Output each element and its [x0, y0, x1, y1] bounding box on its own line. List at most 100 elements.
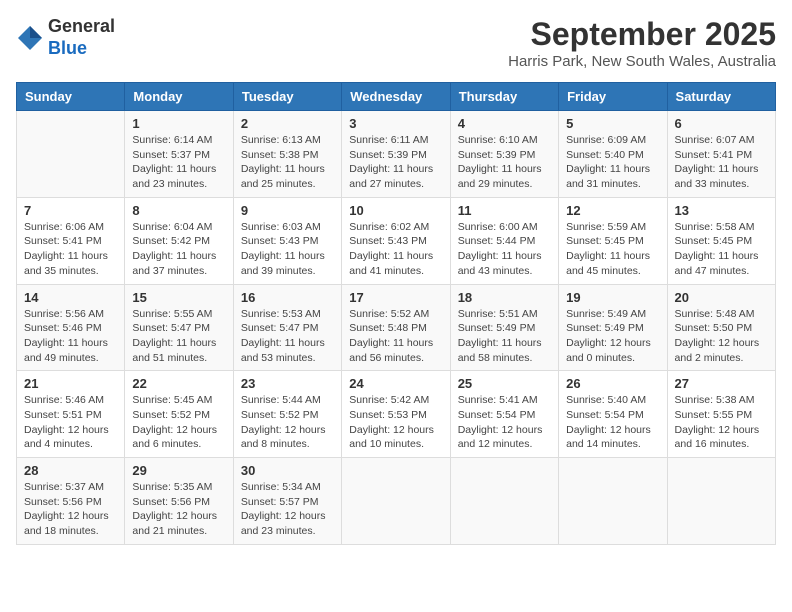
header-wednesday: Wednesday: [342, 83, 450, 111]
day-info: Sunrise: 5:38 AMSunset: 5:55 PMDaylight:…: [675, 393, 768, 452]
day-number: 21: [24, 376, 117, 391]
day-cell: 1 Sunrise: 6:14 AMSunset: 5:37 PMDayligh…: [125, 111, 233, 198]
day-cell: 21 Sunrise: 5:46 AMSunset: 5:51 PMDaylig…: [17, 371, 125, 458]
header-monday: Monday: [125, 83, 233, 111]
week-row-1: 1 Sunrise: 6:14 AMSunset: 5:37 PMDayligh…: [17, 111, 776, 198]
header-sunday: Sunday: [17, 83, 125, 111]
day-number: 3: [349, 116, 442, 131]
day-cell: [559, 458, 667, 545]
day-number: 5: [566, 116, 659, 131]
day-info: Sunrise: 6:03 AMSunset: 5:43 PMDaylight:…: [241, 220, 334, 279]
day-info: Sunrise: 6:02 AMSunset: 5:43 PMDaylight:…: [349, 220, 442, 279]
day-info: Sunrise: 5:49 AMSunset: 5:49 PMDaylight:…: [566, 307, 659, 366]
week-row-3: 14 Sunrise: 5:56 AMSunset: 5:46 PMDaylig…: [17, 284, 776, 371]
day-number: 20: [675, 290, 768, 305]
day-cell: 28 Sunrise: 5:37 AMSunset: 5:56 PMDaylig…: [17, 458, 125, 545]
day-info: Sunrise: 5:53 AMSunset: 5:47 PMDaylight:…: [241, 307, 334, 366]
day-info: Sunrise: 6:09 AMSunset: 5:40 PMDaylight:…: [566, 133, 659, 192]
day-info: Sunrise: 5:58 AMSunset: 5:45 PMDaylight:…: [675, 220, 768, 279]
logo: General Blue: [16, 16, 115, 59]
day-cell: 11 Sunrise: 6:00 AMSunset: 5:44 PMDaylig…: [450, 197, 558, 284]
day-number: 11: [458, 203, 551, 218]
logo-icon: [16, 24, 44, 52]
day-number: 27: [675, 376, 768, 391]
day-cell: 30 Sunrise: 5:34 AMSunset: 5:57 PMDaylig…: [233, 458, 341, 545]
day-info: Sunrise: 5:44 AMSunset: 5:52 PMDaylight:…: [241, 393, 334, 452]
day-info: Sunrise: 6:10 AMSunset: 5:39 PMDaylight:…: [458, 133, 551, 192]
day-info: Sunrise: 6:00 AMSunset: 5:44 PMDaylight:…: [458, 220, 551, 279]
header-saturday: Saturday: [667, 83, 775, 111]
day-cell: 19 Sunrise: 5:49 AMSunset: 5:49 PMDaylig…: [559, 284, 667, 371]
day-cell: 2 Sunrise: 6:13 AMSunset: 5:38 PMDayligh…: [233, 111, 341, 198]
day-number: 17: [349, 290, 442, 305]
day-cell: 8 Sunrise: 6:04 AMSunset: 5:42 PMDayligh…: [125, 197, 233, 284]
day-number: 18: [458, 290, 551, 305]
day-info: Sunrise: 6:07 AMSunset: 5:41 PMDaylight:…: [675, 133, 768, 192]
day-info: Sunrise: 5:51 AMSunset: 5:49 PMDaylight:…: [458, 307, 551, 366]
day-number: 19: [566, 290, 659, 305]
logo-text-general: General: [48, 16, 115, 36]
day-cell: 17 Sunrise: 5:52 AMSunset: 5:48 PMDaylig…: [342, 284, 450, 371]
day-number: 9: [241, 203, 334, 218]
day-number: 1: [132, 116, 225, 131]
title-area: September 2025 Harris Park, New South Wa…: [508, 16, 776, 70]
day-cell: 7 Sunrise: 6:06 AMSunset: 5:41 PMDayligh…: [17, 197, 125, 284]
day-info: Sunrise: 6:13 AMSunset: 5:38 PMDaylight:…: [241, 133, 334, 192]
day-number: 16: [241, 290, 334, 305]
day-cell: 24 Sunrise: 5:42 AMSunset: 5:53 PMDaylig…: [342, 371, 450, 458]
day-cell: 9 Sunrise: 6:03 AMSunset: 5:43 PMDayligh…: [233, 197, 341, 284]
day-info: Sunrise: 5:48 AMSunset: 5:50 PMDaylight:…: [675, 307, 768, 366]
day-cell: 25 Sunrise: 5:41 AMSunset: 5:54 PMDaylig…: [450, 371, 558, 458]
day-cell: 3 Sunrise: 6:11 AMSunset: 5:39 PMDayligh…: [342, 111, 450, 198]
day-number: 26: [566, 376, 659, 391]
day-cell: 16 Sunrise: 5:53 AMSunset: 5:47 PMDaylig…: [233, 284, 341, 371]
week-row-4: 21 Sunrise: 5:46 AMSunset: 5:51 PMDaylig…: [17, 371, 776, 458]
month-title: September 2025: [508, 16, 776, 53]
day-info: Sunrise: 5:35 AMSunset: 5:56 PMDaylight:…: [132, 480, 225, 539]
location-title: Harris Park, New South Wales, Australia: [508, 53, 776, 70]
calendar-header-row: Sunday Monday Tuesday Wednesday Thursday…: [17, 83, 776, 111]
day-info: Sunrise: 5:55 AMSunset: 5:47 PMDaylight:…: [132, 307, 225, 366]
header-thursday: Thursday: [450, 83, 558, 111]
day-number: 25: [458, 376, 551, 391]
day-number: 23: [241, 376, 334, 391]
week-row-5: 28 Sunrise: 5:37 AMSunset: 5:56 PMDaylig…: [17, 458, 776, 545]
day-number: 6: [675, 116, 768, 131]
day-number: 13: [675, 203, 768, 218]
day-cell: [450, 458, 558, 545]
day-cell: 12 Sunrise: 5:59 AMSunset: 5:45 PMDaylig…: [559, 197, 667, 284]
day-cell: 18 Sunrise: 5:51 AMSunset: 5:49 PMDaylig…: [450, 284, 558, 371]
day-number: 29: [132, 463, 225, 478]
day-number: 30: [241, 463, 334, 478]
day-info: Sunrise: 5:34 AMSunset: 5:57 PMDaylight:…: [241, 480, 334, 539]
day-info: Sunrise: 6:04 AMSunset: 5:42 PMDaylight:…: [132, 220, 225, 279]
day-number: 28: [24, 463, 117, 478]
day-number: 7: [24, 203, 117, 218]
day-cell: 20 Sunrise: 5:48 AMSunset: 5:50 PMDaylig…: [667, 284, 775, 371]
day-number: 22: [132, 376, 225, 391]
day-cell: 6 Sunrise: 6:07 AMSunset: 5:41 PMDayligh…: [667, 111, 775, 198]
day-info: Sunrise: 5:45 AMSunset: 5:52 PMDaylight:…: [132, 393, 225, 452]
day-info: Sunrise: 5:46 AMSunset: 5:51 PMDaylight:…: [24, 393, 117, 452]
day-cell: 10 Sunrise: 6:02 AMSunset: 5:43 PMDaylig…: [342, 197, 450, 284]
day-cell: 5 Sunrise: 6:09 AMSunset: 5:40 PMDayligh…: [559, 111, 667, 198]
day-cell: 13 Sunrise: 5:58 AMSunset: 5:45 PMDaylig…: [667, 197, 775, 284]
day-number: 12: [566, 203, 659, 218]
day-cell: [342, 458, 450, 545]
day-cell: 15 Sunrise: 5:55 AMSunset: 5:47 PMDaylig…: [125, 284, 233, 371]
day-number: 4: [458, 116, 551, 131]
day-cell: 29 Sunrise: 5:35 AMSunset: 5:56 PMDaylig…: [125, 458, 233, 545]
day-info: Sunrise: 5:41 AMSunset: 5:54 PMDaylight:…: [458, 393, 551, 452]
day-cell: 23 Sunrise: 5:44 AMSunset: 5:52 PMDaylig…: [233, 371, 341, 458]
logo-text-blue: Blue: [48, 38, 87, 58]
header-friday: Friday: [559, 83, 667, 111]
day-info: Sunrise: 6:06 AMSunset: 5:41 PMDaylight:…: [24, 220, 117, 279]
week-row-2: 7 Sunrise: 6:06 AMSunset: 5:41 PMDayligh…: [17, 197, 776, 284]
calendar-table: Sunday Monday Tuesday Wednesday Thursday…: [16, 82, 776, 545]
day-info: Sunrise: 6:14 AMSunset: 5:37 PMDaylight:…: [132, 133, 225, 192]
day-info: Sunrise: 5:52 AMSunset: 5:48 PMDaylight:…: [349, 307, 442, 366]
day-info: Sunrise: 5:42 AMSunset: 5:53 PMDaylight:…: [349, 393, 442, 452]
day-cell: [17, 111, 125, 198]
day-cell: 26 Sunrise: 5:40 AMSunset: 5:54 PMDaylig…: [559, 371, 667, 458]
header-tuesday: Tuesday: [233, 83, 341, 111]
